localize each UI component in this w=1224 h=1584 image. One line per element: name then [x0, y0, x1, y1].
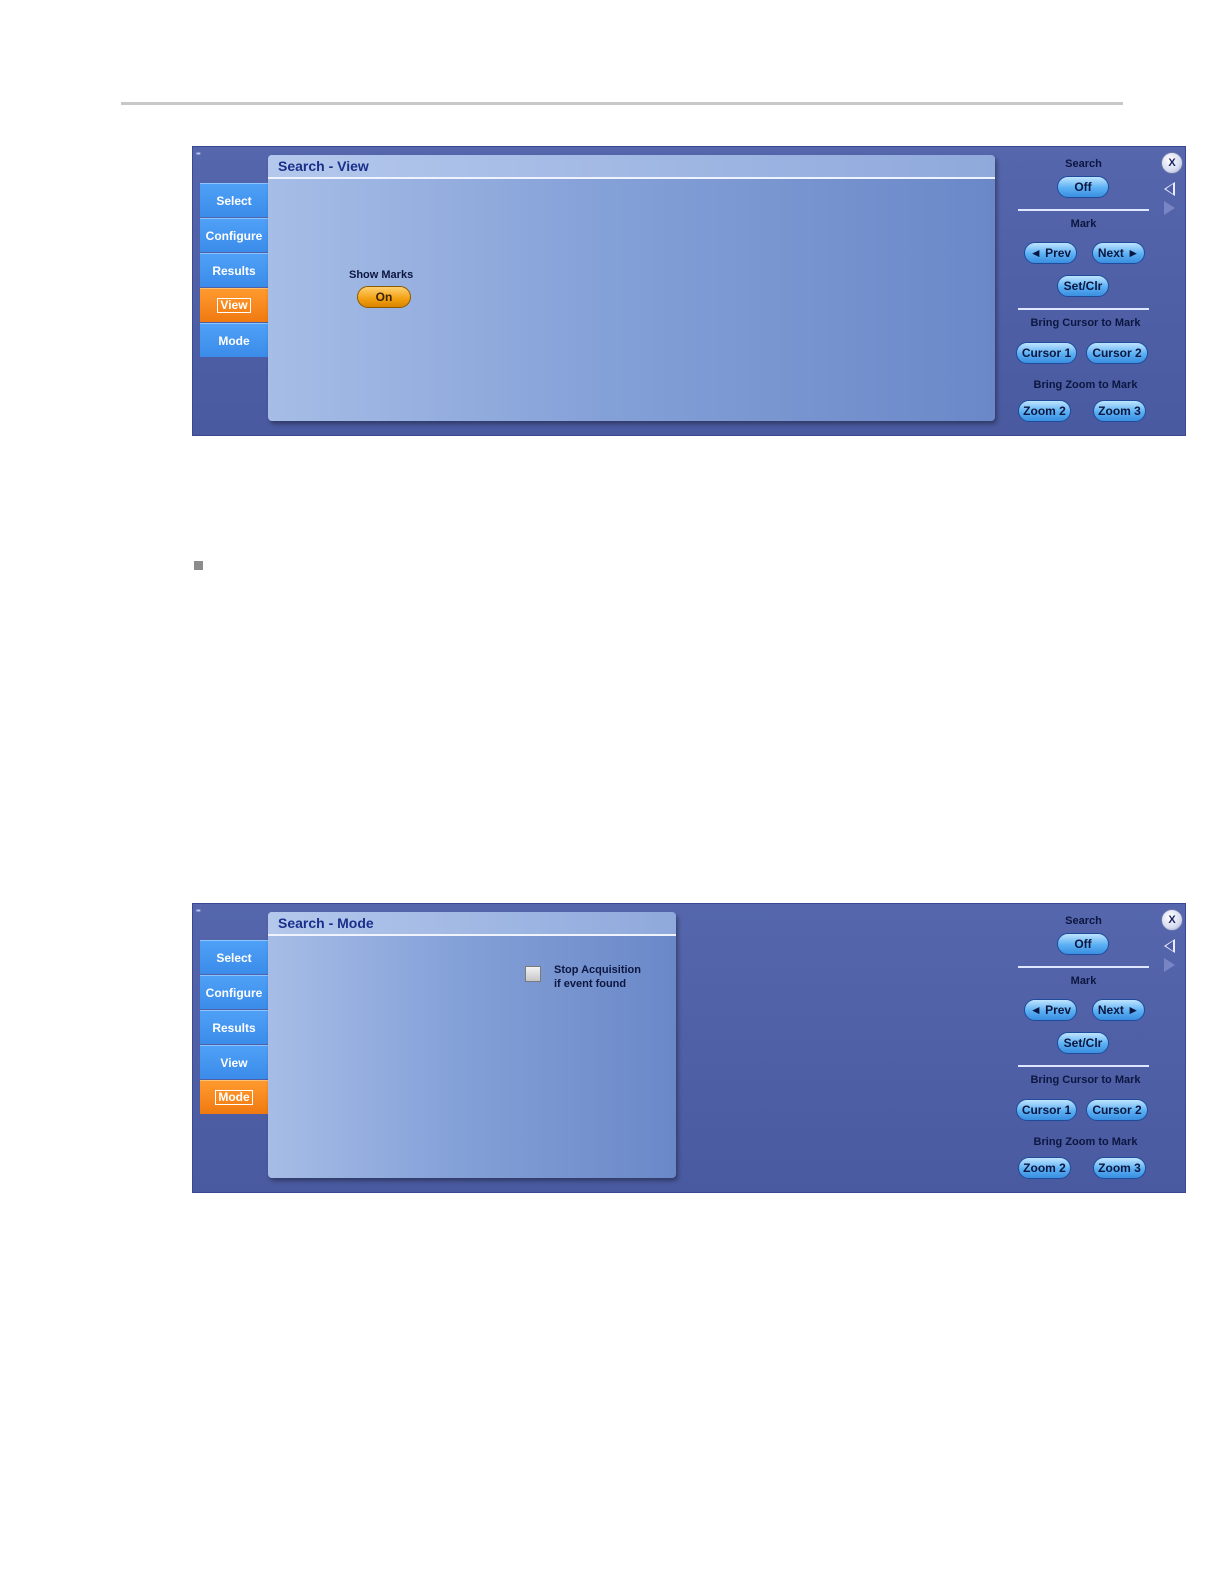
next-mark-button[interactable]: Next ►	[1092, 999, 1145, 1021]
panel-title: Search - View	[268, 155, 995, 179]
bullet-marker	[194, 561, 203, 570]
tab-mode-label: Mode	[218, 333, 250, 348]
divider	[1018, 209, 1149, 211]
tab-configure[interactable]: Configure	[200, 218, 268, 252]
bring-zoom-heading: Bring Zoom to Mark	[1033, 379, 1138, 391]
search-label: Search	[1065, 158, 1102, 170]
set-clear-mark-button[interactable]: Set/Clr	[1057, 275, 1109, 297]
mode-content-area: Search - Mode Stop Acquisition if event …	[268, 912, 676, 1178]
cursor-2-button[interactable]: Cursor 2	[1086, 1099, 1148, 1121]
tab-select-label: Select	[216, 193, 252, 208]
panel-grip-icon[interactable]: ▪▪	[196, 149, 201, 158]
zoom-2-button[interactable]: Zoom 2	[1018, 400, 1071, 422]
prev-mark-button[interactable]: ◄ Prev	[1024, 999, 1077, 1021]
arrow-right-icon[interactable]	[1164, 958, 1175, 972]
next-mark-button[interactable]: Next ►	[1092, 242, 1145, 264]
zoom-2-button[interactable]: Zoom 2	[1018, 1157, 1071, 1179]
search-toggle-button[interactable]: Off	[1057, 176, 1109, 198]
search-label: Search	[1065, 915, 1102, 927]
arrow-left-icon[interactable]	[1164, 939, 1175, 953]
stop-acquisition-label-line2: if event found	[554, 978, 627, 990]
show-marks-label: Show Marks	[349, 269, 414, 281]
tab-view-label: View	[217, 298, 251, 313]
arrow-left-icon[interactable]	[1164, 182, 1175, 196]
bring-cursor-heading: Bring Cursor to Mark	[1030, 317, 1141, 329]
stop-acquisition-checkbox[interactable]	[525, 966, 541, 982]
tab-view-label: View	[220, 1055, 248, 1070]
tab-select[interactable]: Select	[200, 940, 268, 974]
zoom-3-button[interactable]: Zoom 3	[1093, 400, 1146, 422]
tab-results[interactable]: Results	[200, 1010, 268, 1044]
mark-label: Mark	[1070, 975, 1097, 987]
divider	[1018, 1065, 1149, 1067]
tab-select[interactable]: Select	[200, 183, 268, 217]
tab-view[interactable]: View	[200, 1045, 268, 1079]
page-top-rule	[121, 102, 1123, 105]
tab-results-label: Results	[212, 263, 256, 278]
stop-acquisition-label: Stop Acquisition if event found	[554, 963, 641, 991]
cursor-1-button[interactable]: Cursor 1	[1016, 1099, 1077, 1121]
right-controls: Search Off Mark ◄ Prev Next ► Set/Clr Br…	[1016, 147, 1151, 435]
prev-mark-button[interactable]: ◄ Prev	[1024, 242, 1077, 264]
tab-mode[interactable]: Mode	[200, 323, 268, 357]
side-tabs: Select Configure Results View Mode	[200, 183, 268, 358]
panel-grip-icon[interactable]: ▪▪	[196, 906, 201, 915]
search-mode-panel: ▪▪ Select Configure Results View Mode Se…	[192, 903, 1186, 1193]
tab-select-label: Select	[216, 950, 252, 965]
set-clear-mark-button[interactable]: Set/Clr	[1057, 1032, 1109, 1054]
arrow-right-icon[interactable]	[1164, 201, 1175, 215]
side-tabs: Select Configure Results View Mode	[200, 940, 268, 1115]
tab-configure[interactable]: Configure	[200, 975, 268, 1009]
close-icon[interactable]: X	[1161, 909, 1183, 931]
cursor-1-button[interactable]: Cursor 1	[1016, 342, 1077, 364]
tab-results[interactable]: Results	[200, 253, 268, 287]
stop-acquisition-label-line1: Stop Acquisition	[554, 964, 641, 976]
divider	[1018, 308, 1149, 310]
tab-view[interactable]: View	[200, 288, 268, 322]
show-marks-toggle[interactable]: On	[357, 286, 411, 308]
tab-mode-label: Mode	[215, 1090, 253, 1105]
tab-results-label: Results	[212, 1020, 256, 1035]
close-icon[interactable]: X	[1161, 152, 1183, 174]
mark-label: Mark	[1070, 218, 1097, 230]
bring-cursor-heading: Bring Cursor to Mark	[1030, 1074, 1141, 1086]
zoom-3-button[interactable]: Zoom 3	[1093, 1157, 1146, 1179]
search-toggle-button[interactable]: Off	[1057, 933, 1109, 955]
view-content-area: Search - View Show Marks On	[268, 155, 995, 421]
bring-zoom-heading: Bring Zoom to Mark	[1033, 1136, 1138, 1148]
tab-configure-label: Configure	[205, 228, 263, 243]
search-view-panel: ▪▪ Select Configure Results View Mode Se…	[192, 146, 1186, 436]
cursor-2-button[interactable]: Cursor 2	[1086, 342, 1148, 364]
divider	[1018, 966, 1149, 968]
tab-mode[interactable]: Mode	[200, 1080, 268, 1114]
panel-title: Search - Mode	[268, 912, 676, 936]
tab-configure-label: Configure	[205, 985, 263, 1000]
right-controls: Search Off Mark ◄ Prev Next ► Set/Clr Br…	[1016, 904, 1151, 1192]
